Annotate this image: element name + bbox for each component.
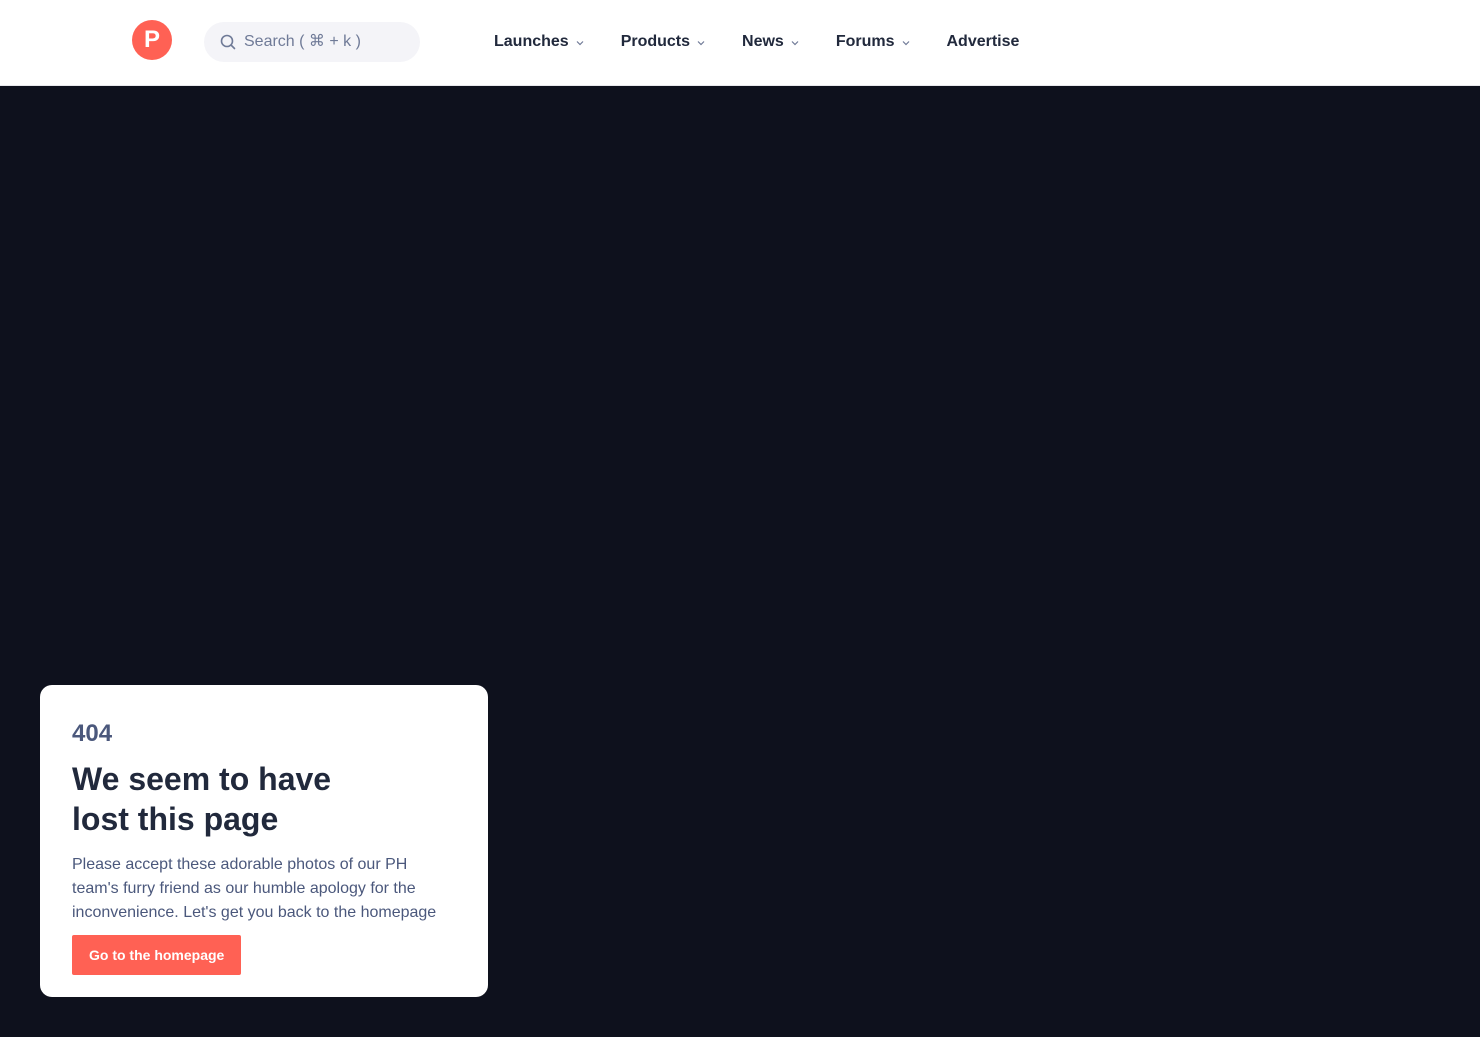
nav-item-label: Products — [620, 33, 691, 50]
product-hunt-logo[interactable]: P — [132, 20, 172, 60]
nav-item-forums[interactable]: Forums — [836, 33, 911, 51]
go-to-homepage-button[interactable]: Go to the homepage — [72, 935, 242, 975]
error-code: 404 — [72, 720, 113, 747]
error-description: Please accept these adorable photos of o… — [72, 856, 437, 921]
nav-item-label: Launches — [494, 33, 569, 50]
search-bar[interactable] — [204, 22, 420, 62]
search-icon — [220, 34, 236, 50]
chevron-down-icon — [902, 41, 909, 46]
main-nav: Launches Products News Forums Advertise — [494, 0, 1055, 84]
nav-item-products[interactable]: Products — [621, 33, 706, 51]
chevron-down-icon — [791, 41, 799, 46]
error-card: 404 We seem to have lost this page Pleas… — [40, 685, 488, 997]
search-input[interactable] — [244, 33, 414, 51]
chevron-down-icon — [697, 41, 705, 46]
chevron-down-icon — [576, 41, 584, 46]
nav-item-label: Advertise — [946, 33, 1020, 50]
nav-item-advertise[interactable]: Advertise — [947, 33, 1020, 51]
nav-item-label: News — [742, 33, 784, 50]
top-header: P Launches Products News Forums — [0, 0, 1480, 86]
nav-item-launches[interactable]: Launches — [494, 33, 585, 51]
page-title: We seem to have lost this page — [72, 761, 332, 837]
nav-item-news[interactable]: News — [742, 33, 800, 51]
nav-item-label: Forums — [835, 33, 895, 50]
